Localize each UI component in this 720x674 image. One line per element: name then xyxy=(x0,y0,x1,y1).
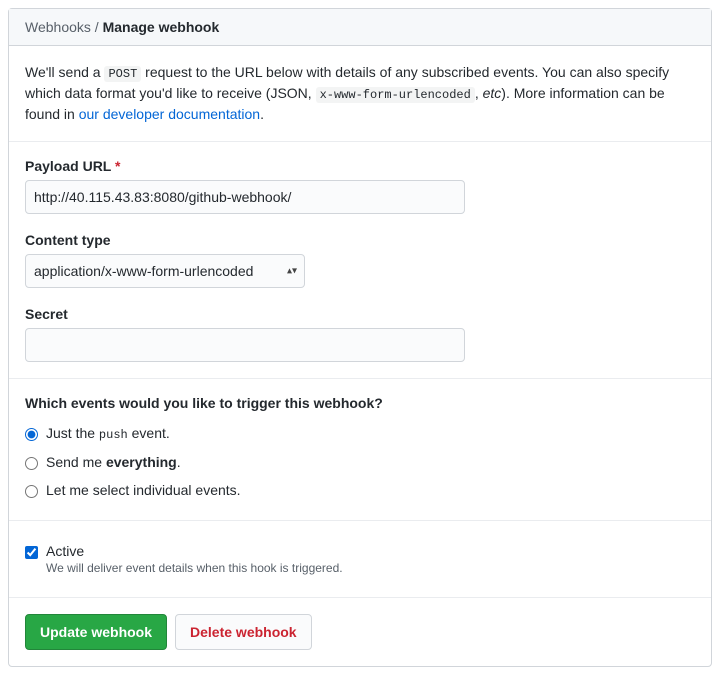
intro-etc: etc xyxy=(483,85,502,101)
event-push-code: push xyxy=(99,428,128,442)
event-option-push[interactable]: Just the push event. xyxy=(25,419,695,448)
event-radio-push[interactable] xyxy=(25,428,38,441)
payload-url-input[interactable] xyxy=(25,180,465,214)
form-urlencoded-code: x-www-form-urlencoded xyxy=(316,87,475,103)
active-checkbox[interactable] xyxy=(25,546,38,559)
required-asterisk: * xyxy=(115,158,120,174)
update-webhook-button[interactable]: Update webhook xyxy=(25,614,167,650)
breadcrumb-parent[interactable]: Webhooks xyxy=(25,19,91,35)
event-everything-strong: everything xyxy=(106,454,177,470)
events-heading: Which events would you like to trigger t… xyxy=(25,395,695,411)
secret-label: Secret xyxy=(25,306,695,322)
active-note: We will deliver event details when this … xyxy=(46,561,343,575)
secret-input[interactable] xyxy=(25,328,465,362)
intro-section: We'll send a POST request to the URL bel… xyxy=(9,46,711,142)
footer-actions: Update webhook Delete webhook xyxy=(9,598,711,666)
active-section: Active We will deliver event details whe… xyxy=(9,521,711,598)
form-section: Payload URL * Content type application/x… xyxy=(9,142,711,379)
content-type-label: Content type xyxy=(25,232,695,248)
intro-pre: We'll send a xyxy=(25,64,104,80)
breadcrumb-separator: / xyxy=(91,19,103,35)
intro-mid2: , xyxy=(475,85,483,101)
payload-url-label: Payload URL * xyxy=(25,158,695,174)
payload-url-label-text: Payload URL xyxy=(25,158,111,174)
events-section: Which events would you like to trigger t… xyxy=(9,379,711,521)
developer-docs-link[interactable]: our developer documentation xyxy=(79,106,260,122)
intro-tail: . xyxy=(260,106,264,122)
breadcrumb-current: Manage webhook xyxy=(103,19,220,35)
event-radio-everything[interactable] xyxy=(25,457,38,470)
event-label-push: Just the push event. xyxy=(46,425,170,442)
event-label-everything: Send me everything. xyxy=(46,454,181,470)
intro-text: We'll send a POST request to the URL bel… xyxy=(25,62,695,125)
event-radio-individual[interactable] xyxy=(25,485,38,498)
event-label-individual: Let me select individual events. xyxy=(46,482,241,498)
post-code: POST xyxy=(104,66,141,82)
event-everything-pre: Send me xyxy=(46,454,106,470)
webhook-panel: Webhooks / Manage webhook We'll send a P… xyxy=(8,8,712,667)
event-push-post: event. xyxy=(128,425,170,441)
active-label: Active xyxy=(46,543,343,559)
content-type-select[interactable]: application/x-www-form-urlencoded xyxy=(25,254,305,288)
event-push-pre: Just the xyxy=(46,425,99,441)
breadcrumb: Webhooks / Manage webhook xyxy=(9,9,711,46)
delete-webhook-button[interactable]: Delete webhook xyxy=(175,614,312,650)
event-option-individual[interactable]: Let me select individual events. xyxy=(25,476,695,504)
event-everything-post: . xyxy=(177,454,181,470)
event-option-everything[interactable]: Send me everything. xyxy=(25,448,695,476)
